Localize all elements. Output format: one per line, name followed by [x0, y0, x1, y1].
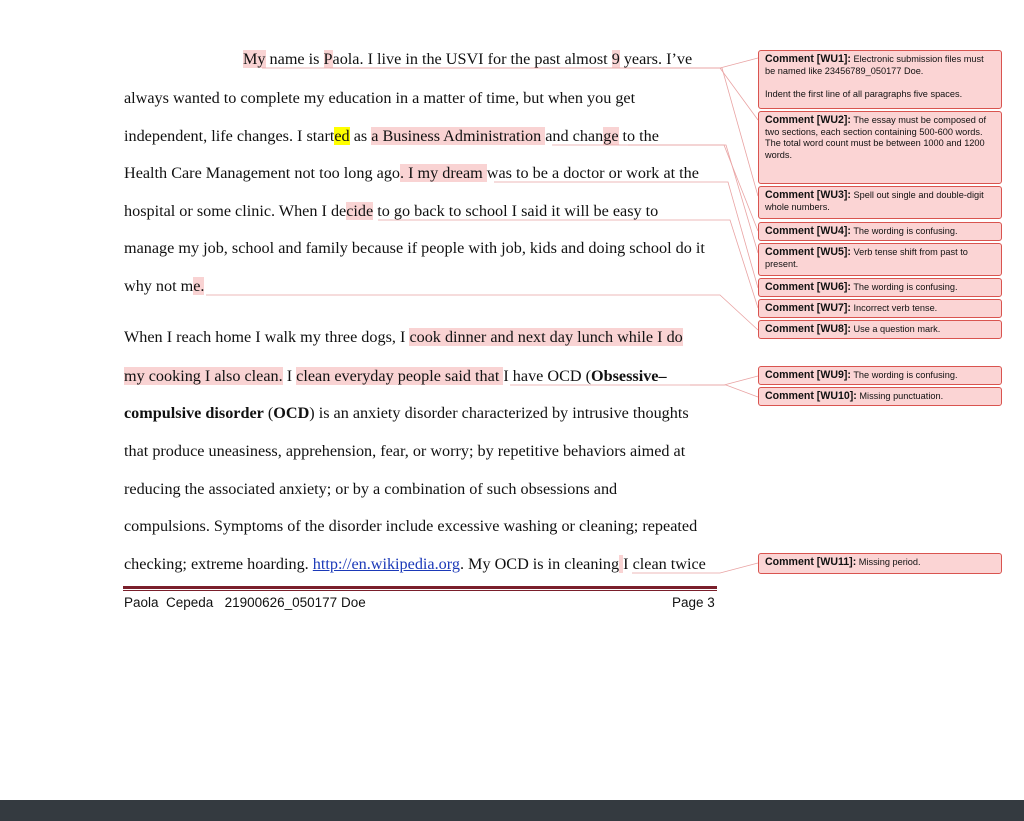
p2-line-6: compulsions. Symptoms of the disorder in… — [124, 517, 698, 535]
footer-author: Paola Cepeda 21900626_050177 Doe — [124, 595, 366, 610]
comment-wu1[interactable]: Comment [WU1]: Electronic submission fil… — [758, 50, 1002, 109]
comment-wu5[interactable]: Comment [WU5]: Verb tense shift from pas… — [758, 243, 1002, 276]
comment-anchor-wu5[interactable]: ge — [603, 127, 619, 145]
comment-wu7[interactable]: Comment [WU7]: Incorrect verb tense. — [758, 299, 1002, 318]
p2-line-7: checking; extreme hoarding. http://en.wi… — [124, 555, 706, 573]
comment-wu6[interactable]: Comment [WU6]: The wording is confusing. — [758, 278, 1002, 297]
footer-page-number: Page 3 — [672, 595, 715, 610]
bottom-status-bar — [0, 800, 1024, 821]
comment-anchor-wu9-a[interactable]: cook dinner and next day lunch while I d… — [409, 328, 683, 346]
comment-wu10[interactable]: Comment [WU10]: Missing punctuation. — [758, 387, 1002, 406]
comment-anchor-wu6[interactable]: . I my dream — [400, 164, 487, 182]
comment-anchor-wu2[interactable]: P — [323, 50, 333, 68]
footer-rule-thick — [123, 586, 717, 589]
p1-line-3: independent, life changes. I started as … — [124, 127, 659, 145]
comment-anchor-wu10[interactable]: clean everyday people said that — [296, 367, 504, 385]
comment-anchor-wu4[interactable]: a Business Administration — [371, 127, 546, 145]
comment-anchor-wu3[interactable]: 9 — [611, 50, 620, 68]
connector-wu10 — [510, 384, 759, 398]
p2-line-4: that produce uneasiness, apprehension, f… — [124, 442, 686, 460]
p1-line-7: why not me. — [124, 277, 205, 295]
comment-wu3[interactable]: Comment [WU3]: Spell out single and doub… — [758, 186, 1002, 219]
comment-wu8[interactable]: Comment [WU8]: Use a question mark. — [758, 320, 1002, 339]
p1-line-2: always wanted to complete my education i… — [124, 89, 636, 107]
p1-line-6: manage my job, school and family because… — [124, 239, 705, 257]
p1-line-4: Health Care Management not too long ago.… — [124, 164, 699, 182]
p2-line-3: compulsive disorder (OCD) is an anxiety … — [124, 404, 689, 422]
p2-line-5: reducing the associated anxiety; or by a… — [124, 480, 618, 498]
highlight-yellow[interactable]: ed — [334, 127, 350, 145]
connector-wu5 — [628, 144, 759, 254]
connector-wu6 — [494, 181, 759, 289]
wikipedia-link[interactable]: http://en.wikipedia.org — [313, 555, 460, 573]
comment-wu4[interactable]: Comment [WU4]: The wording is confusing. — [758, 222, 1002, 241]
comment-anchor-wu9-b[interactable]: my cooking I also clean. — [124, 367, 283, 385]
comment-anchor-wu1[interactable]: My — [243, 50, 266, 68]
comment-anchor-wu7[interactable]: cide — [346, 202, 374, 220]
connector-wu8 — [206, 294, 759, 331]
comment-wu2[interactable]: Comment [WU2]: The essay must be compose… — [758, 111, 1002, 184]
p2-line-2: my cooking I also clean. I clean everyda… — [124, 367, 667, 385]
document-page: My name is Paola. I live in the USVI for… — [0, 0, 1024, 800]
p2-line-1: When I reach home I walk my three dogs, … — [124, 328, 683, 346]
comment-wu9[interactable]: Comment [WU9]: The wording is confusing. — [758, 366, 1002, 385]
p1-line-5: hospital or some clinic. When I decide t… — [124, 202, 659, 220]
footer-rule-thin — [123, 590, 717, 591]
comment-wu11[interactable]: Comment [WU11]: Missing period. — [758, 553, 1002, 574]
comment-anchor-wu8[interactable]: e. — [193, 277, 205, 295]
p1-line-1: My name is Paola. I live in the USVI for… — [243, 50, 693, 68]
